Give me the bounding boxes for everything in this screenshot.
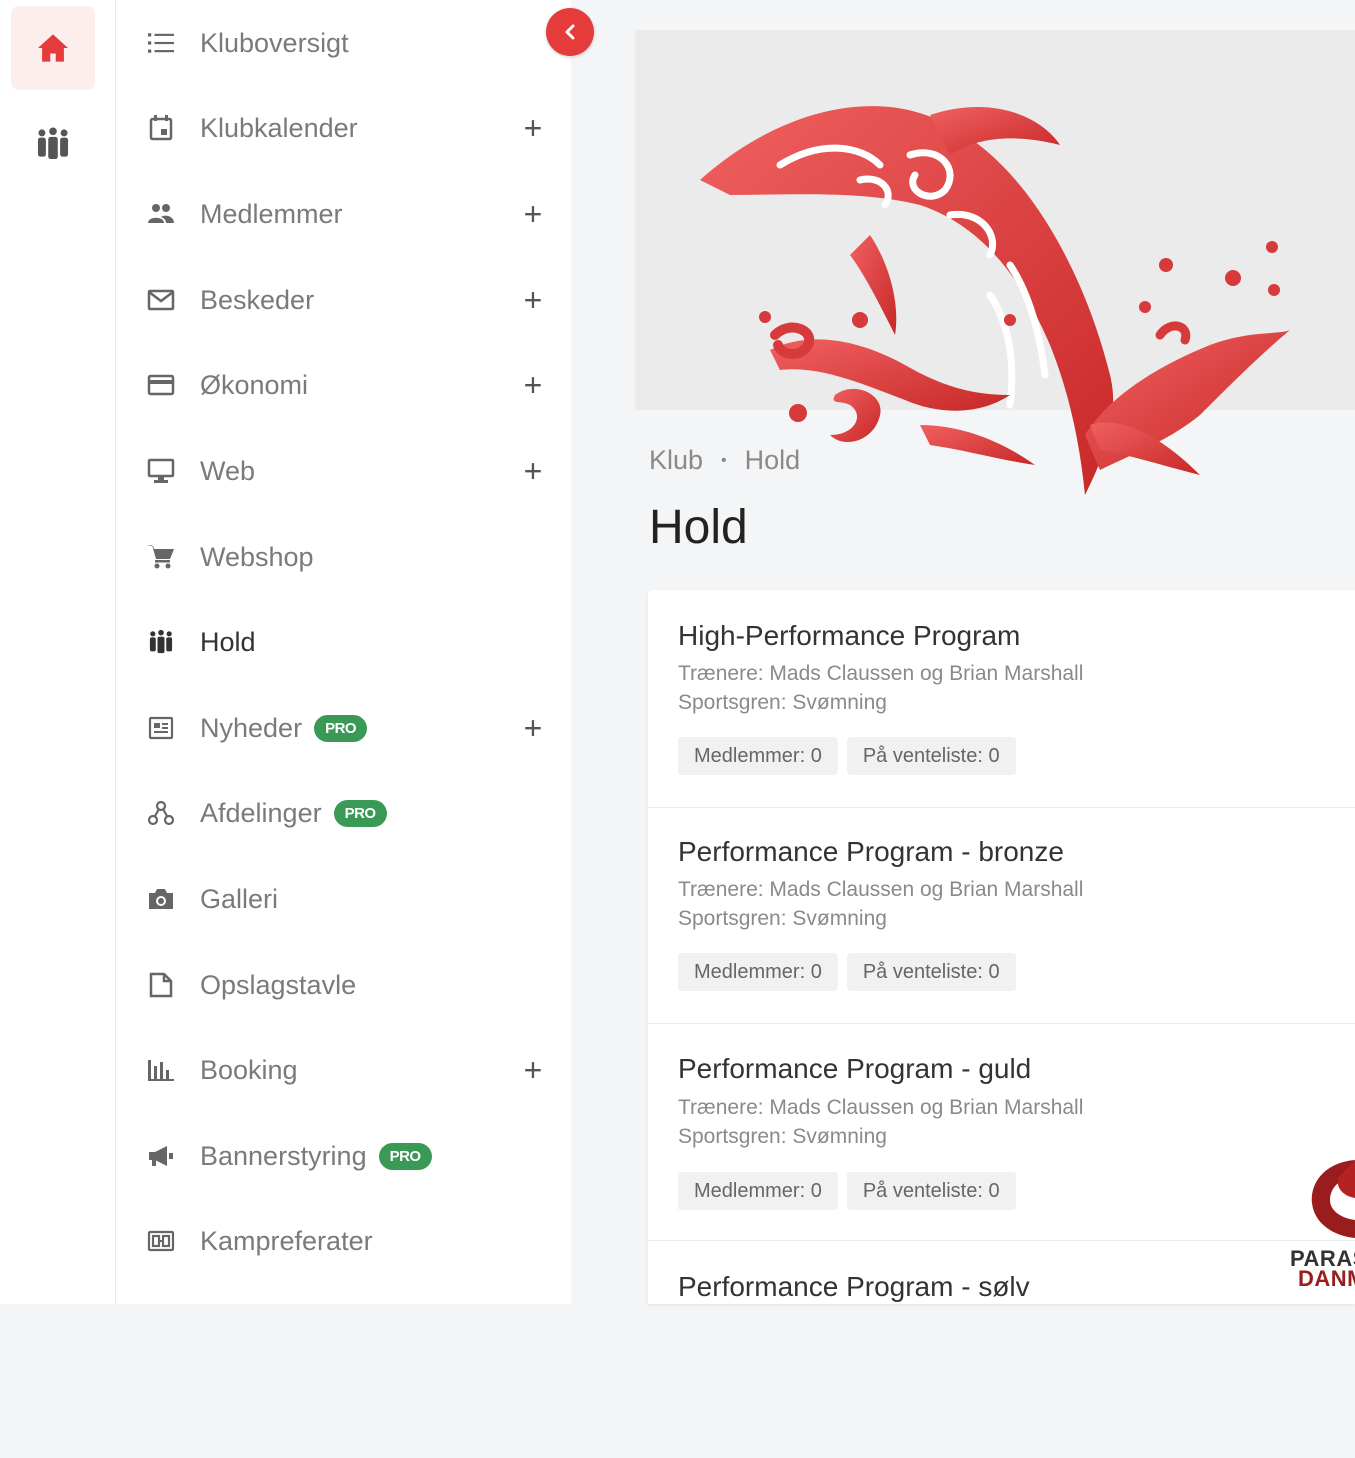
- federation-logo-line2: DANM: [1298, 1266, 1355, 1291]
- sidebar-item-bannerstyring[interactable]: Bannerstyring PRO: [116, 1126, 571, 1186]
- team-item[interactable]: Performance Program - bronze Trænere: Ma…: [648, 806, 1355, 1024]
- calendar-icon: [146, 113, 176, 143]
- team-title[interactable]: High-Performance Program: [678, 620, 1020, 652]
- team-title[interactable]: Performance Program - guld: [678, 1053, 1031, 1085]
- sidebar-item-web[interactable]: Web +: [116, 441, 571, 501]
- sidebar-item-label: Bannerstyring PRO: [200, 1141, 432, 1172]
- sidebar-item-opslagstavle[interactable]: Opslagstavle: [116, 955, 571, 1015]
- pro-badge: PRO: [333, 799, 387, 827]
- sidebar-item-label: Klubkalender: [200, 112, 358, 143]
- icon-rail: [0, 0, 116, 1304]
- waitlist-count-badge: På venteliste: 0: [846, 737, 1016, 775]
- sidebar-item-afdelinger[interactable]: Afdelinger PRO: [116, 783, 571, 843]
- hierarchy-icon: [146, 798, 176, 828]
- credit-card-icon: [146, 370, 176, 400]
- dolphin-logo: [700, 106, 1290, 496]
- sidebar-item-label: Galleri: [200, 883, 279, 914]
- sidebar-item-webshop[interactable]: Webshop: [116, 527, 571, 587]
- teams-list: High-Performance Program Trænere: Mads C…: [648, 590, 1355, 1304]
- add-web-button[interactable]: +: [518, 455, 548, 487]
- home-icon: [38, 34, 68, 62]
- sidebar-item-label: Medlemmer: [200, 198, 343, 229]
- sidebar-item-label: Kampreferater: [200, 1225, 373, 1256]
- rail-teams-button[interactable]: [11, 102, 95, 186]
- team-item[interactable]: Performance Program - sølv: [648, 1241, 1355, 1458]
- teams-icon: [37, 127, 69, 160]
- sidebar-item-kluboversigt[interactable]: Kluboversigt: [116, 13, 571, 73]
- waitlist-count-badge: På venteliste: 0: [846, 953, 1016, 991]
- add-booking-button[interactable]: +: [518, 1054, 548, 1086]
- team-item[interactable]: High-Performance Program Trænere: Mads C…: [648, 590, 1355, 808]
- sidebar-item-label: Web: [200, 455, 256, 486]
- collapse-sidebar-button[interactable]: [546, 8, 594, 56]
- bar-chart-icon: [146, 1055, 176, 1085]
- sidebar-item-booking[interactable]: Booking +: [116, 1040, 571, 1100]
- sidebar-item-label: Webshop: [200, 541, 314, 572]
- sidebar-item-hold[interactable]: Hold: [116, 612, 571, 672]
- monitor-icon: [146, 456, 176, 486]
- sidebar-item-label: Nyheder PRO: [200, 712, 368, 744]
- add-okonomi-button[interactable]: +: [518, 369, 548, 401]
- federation-logo: PARAS DANM: [1288, 1158, 1355, 1304]
- megaphone-icon: [146, 1141, 176, 1171]
- rail-home-button[interactable]: [11, 6, 95, 90]
- sidebar-item-label: Booking: [200, 1054, 298, 1085]
- sidebar-item-kampreferater[interactable]: Kampreferater: [116, 1211, 571, 1271]
- team-coaches: Trænere: Mads Claussen og Brian Marshall: [678, 1096, 1084, 1119]
- sidebar-item-klubkalender[interactable]: Klubkalender +: [116, 98, 571, 158]
- team-coaches: Trænere: Mads Claussen og Brian Marshall: [678, 878, 1084, 901]
- pro-badge: PRO: [378, 1142, 432, 1170]
- add-medlemmer-button[interactable]: +: [518, 198, 548, 230]
- team-sport: Sportsgren: Svømning: [678, 907, 887, 930]
- team-item[interactable]: Performance Program - guld Trænere: Mads…: [648, 1023, 1355, 1241]
- sidebar-item-label: Beskeder: [200, 284, 315, 315]
- sidebar-item-medlemmer[interactable]: Medlemmer +: [116, 184, 571, 244]
- sidebar-item-label: Økonomi: [200, 369, 309, 400]
- sidebar-item-label: Opslagstavle: [200, 969, 357, 1000]
- add-nyheder-button[interactable]: +: [518, 712, 548, 744]
- sidebar-item-label: Afdelinger PRO: [200, 798, 387, 829]
- sidebar-item-text: Afdelinger: [200, 797, 322, 828]
- sidebar-item-galleri[interactable]: Galleri: [116, 869, 571, 929]
- pro-badge: PRO: [314, 714, 368, 742]
- list-icon: [146, 28, 176, 58]
- sidebar-item-text: Bannerstyring: [200, 1140, 367, 1171]
- cart-icon: [146, 542, 176, 572]
- sidebar-item-beskeder[interactable]: Beskeder +: [116, 270, 571, 330]
- sidebar-item-label: Hold: [200, 626, 256, 657]
- page-title: Hold: [649, 501, 748, 554]
- camera-icon: [146, 884, 176, 914]
- add-beskeder-button[interactable]: +: [518, 284, 548, 316]
- chevron-left-icon: [565, 24, 575, 40]
- team-title[interactable]: Performance Program - sølv: [678, 1271, 1030, 1303]
- team-title[interactable]: Performance Program - bronze: [678, 836, 1064, 868]
- members-count-badge: Medlemmer: 0: [678, 1172, 838, 1210]
- members-count-badge: Medlemmer: 0: [678, 953, 838, 991]
- team-coaches: Trænere: Mads Claussen og Brian Marshall: [678, 662, 1084, 685]
- members-count-badge: Medlemmer: 0: [678, 737, 838, 775]
- people-icon: [146, 199, 176, 229]
- sidebar-item-okonomi[interactable]: Økonomi +: [116, 355, 571, 415]
- sidebar: Kluboversigt Klubkalender + Medlemmer + …: [116, 0, 571, 1304]
- add-klubkalender-button[interactable]: +: [518, 112, 548, 144]
- sidebar-item-label: Kluboversigt: [200, 27, 349, 58]
- teams-icon: [146, 627, 176, 657]
- team-sport: Sportsgren: Svømning: [678, 1125, 887, 1148]
- note-icon: [146, 970, 176, 1000]
- sidebar-item-nyheder[interactable]: Nyheder PRO +: [116, 698, 571, 758]
- team-sport: Sportsgren: Svømning: [678, 691, 887, 714]
- waitlist-count-badge: På venteliste: 0: [846, 1172, 1016, 1210]
- mail-icon: [146, 285, 176, 315]
- newspaper-icon: [146, 713, 176, 743]
- scoreboard-icon: [146, 1226, 176, 1256]
- sidebar-item-text: Nyheder: [200, 712, 303, 743]
